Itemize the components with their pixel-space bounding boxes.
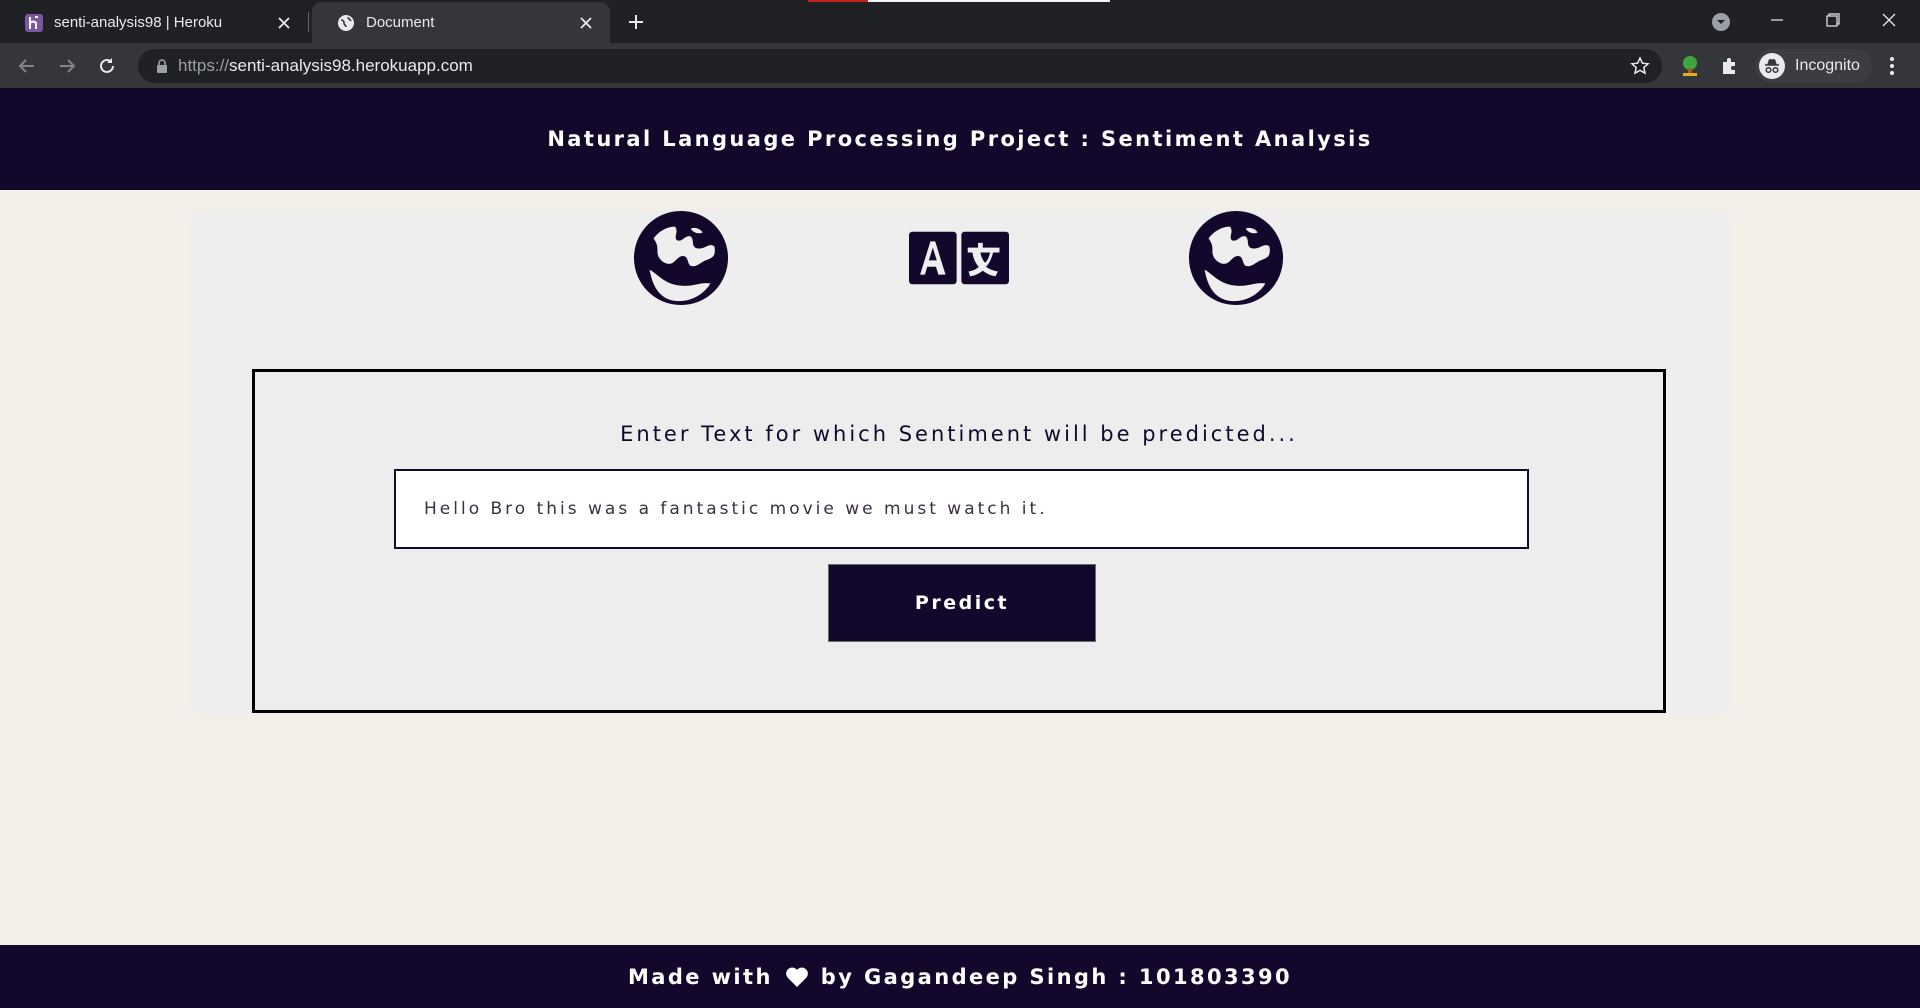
- sentiment-text-input[interactable]: [394, 469, 1529, 549]
- close-window-button[interactable]: [1861, 0, 1917, 40]
- prediction-form: Enter Text for which Sentiment will be p…: [252, 369, 1666, 713]
- heart-icon: [785, 967, 809, 987]
- browser-toolbar: https://senti-analysis98.herokuapp.com I…: [0, 43, 1920, 88]
- globe-icon: [1186, 208, 1286, 308]
- close-icon: [1882, 13, 1896, 27]
- tab-separator: [308, 12, 309, 32]
- incognito-profile-button[interactable]: Incognito: [1755, 49, 1872, 83]
- tab-strip: senti-analysis98 | Heroku Document: [0, 0, 1920, 43]
- tab-title: senti-analysis98 | Heroku: [54, 14, 223, 31]
- globe-icon: [336, 13, 356, 33]
- address-bar[interactable]: https://senti-analysis98.herokuapp.com: [138, 49, 1662, 83]
- restore-button[interactable]: [1805, 0, 1861, 40]
- footer-author: by Gagandeep Singh : 101803390: [820, 964, 1293, 989]
- heroku-icon: [24, 13, 44, 33]
- tab-title: Document: [366, 14, 435, 31]
- page-content: Natural Language Processing Project : Se…: [0, 88, 1920, 1008]
- browser-menu-button[interactable]: [1880, 54, 1904, 78]
- url-text[interactable]: https://senti-analysis98.herokuapp.com: [178, 49, 473, 83]
- minimize-button[interactable]: [1749, 0, 1805, 40]
- page-header: Natural Language Processing Project : Se…: [0, 88, 1920, 190]
- forward-button[interactable]: [51, 50, 83, 82]
- minimize-icon: [1771, 19, 1783, 21]
- plus-icon: [629, 15, 643, 29]
- reload-icon: [100, 58, 114, 73]
- globe-icon: [631, 208, 731, 308]
- page-title: Natural Language Processing Project : Se…: [547, 127, 1373, 151]
- footer-prefix: Made with: [627, 964, 773, 989]
- close-icon[interactable]: [576, 13, 596, 33]
- tab-heroku[interactable]: senti-analysis98 | Heroku: [0, 2, 308, 43]
- extensions-puzzle-icon[interactable]: [1717, 53, 1743, 79]
- icon-row: [0, 208, 1920, 308]
- tab-search-button[interactable]: [1709, 10, 1733, 34]
- translate-icon: [909, 208, 1009, 308]
- incognito-icon: [1759, 53, 1785, 79]
- extension-tree-icon[interactable]: [1677, 53, 1703, 79]
- tab-document[interactable]: Document: [312, 2, 610, 43]
- media-indicator: [808, 0, 1110, 2]
- url-scheme: https://: [178, 56, 230, 75]
- star-icon[interactable]: [1630, 56, 1650, 76]
- back-button[interactable]: [11, 50, 43, 82]
- restore-icon: [1826, 13, 1840, 27]
- arrow-right-icon: [60, 59, 76, 73]
- chevron-down-icon: [1712, 13, 1730, 31]
- close-icon[interactable]: [274, 13, 294, 33]
- page-footer: Made with by Gagandeep Singh : 101803390: [0, 945, 1920, 1008]
- reload-button[interactable]: [91, 50, 123, 82]
- url-host: senti-analysis98.herokuapp.com: [229, 56, 473, 75]
- new-tab-button[interactable]: [622, 8, 650, 36]
- arrow-left-icon: [18, 59, 34, 73]
- kebab-menu-icon: [1890, 57, 1894, 75]
- predict-button[interactable]: Predict: [828, 564, 1096, 642]
- incognito-label: Incognito: [1795, 57, 1860, 74]
- lock-icon: [157, 59, 167, 73]
- input-prompt: Enter Text for which Sentiment will be p…: [620, 422, 1298, 446]
